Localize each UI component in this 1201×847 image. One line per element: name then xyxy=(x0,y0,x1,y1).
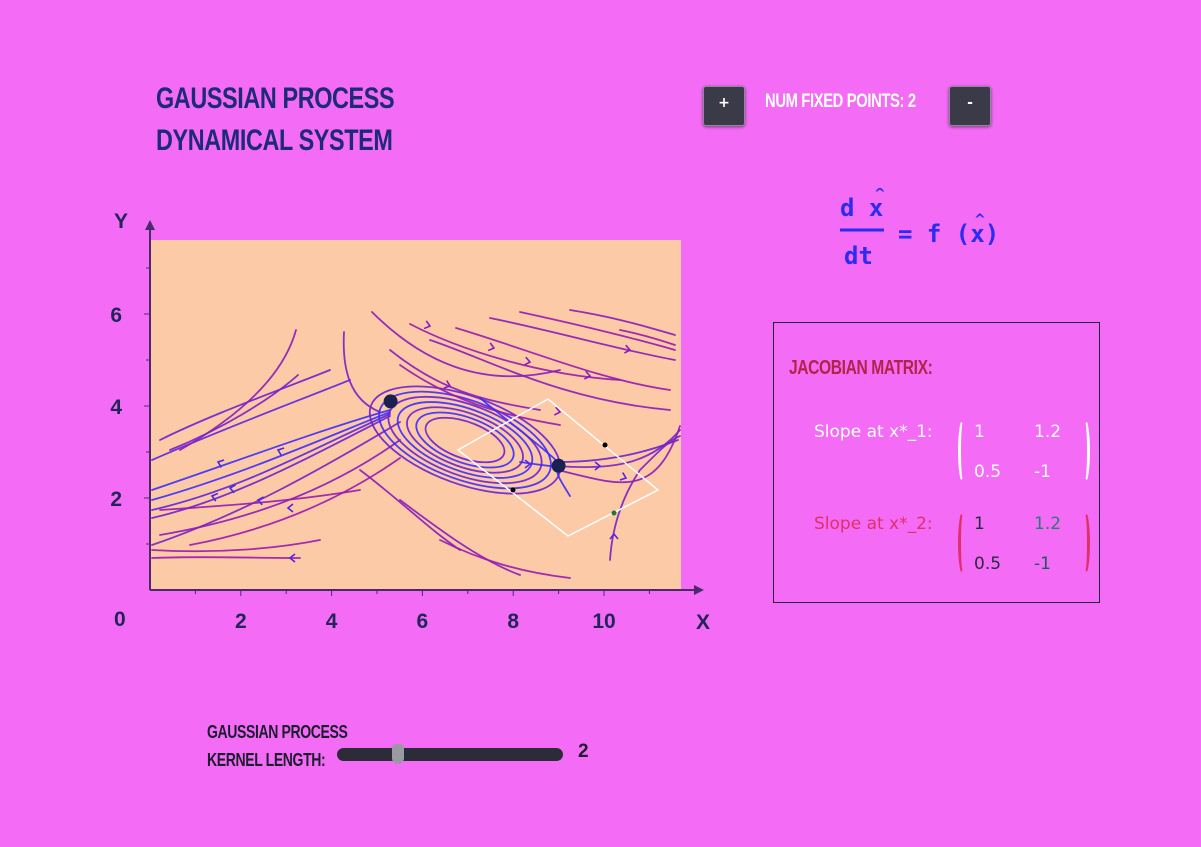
slope-label-1: Slope at x*_1: xyxy=(814,422,933,442)
title-line-1: GAUSSIAN PROCESS xyxy=(156,82,395,115)
equation-svg: d x ^ dt = f (x) ^ xyxy=(840,186,999,270)
matrix-2-right-paren xyxy=(1080,511,1090,575)
slope-label-2: Slope at x*_2: xyxy=(814,514,933,534)
matrix-1-cell: 0.5 xyxy=(974,462,1002,482)
x-tick-label: 10 xyxy=(592,610,615,633)
remove-fixed-point-button[interactable]: - xyxy=(949,86,991,126)
y-tick-label: 2 xyxy=(110,488,122,511)
fixed-point-marker[interactable] xyxy=(383,394,398,409)
kernel-label-line-1: GAUSSIAN PROCESS xyxy=(207,722,348,742)
jacobian-panel: JACOBIAN MATRIX: Slope at x*_1: 1 1.2 0.… xyxy=(773,322,1100,603)
plot-background xyxy=(150,240,681,590)
matrix-2-cell: -1 xyxy=(1034,554,1051,574)
matrix-2-cell: 1.2 xyxy=(1034,514,1062,534)
matrix-2-left-paren xyxy=(958,511,968,575)
origin-label: 0 xyxy=(114,608,126,631)
x-tick-label: 8 xyxy=(507,610,519,633)
y-tick-label: 4 xyxy=(110,396,122,419)
x-tick-label: 6 xyxy=(417,610,429,633)
sample-point xyxy=(611,510,617,516)
sample-point xyxy=(510,487,516,493)
x-tick-label: 4 xyxy=(326,610,338,633)
y-axis-label: Y xyxy=(114,210,128,233)
y-axis-arrow xyxy=(145,220,155,230)
x-axis-arrow xyxy=(694,585,704,595)
phase-portrait-plot[interactable]: 2 4 6 8 10 2 4 6 X Y 0 xyxy=(100,200,720,640)
phase-portrait-svg[interactable]: 2 4 6 8 10 2 4 6 X Y 0 xyxy=(100,200,720,640)
fixed-point-marker[interactable] xyxy=(551,458,566,473)
kernel-label-line-2: KERNEL LENGTH: xyxy=(207,750,326,770)
equation-denominator: dt xyxy=(844,242,873,270)
streamline xyxy=(151,556,301,559)
ode-equation: d x ^ dt = f (x) ^ xyxy=(832,186,1022,272)
matrix-2-cell: 0.5 xyxy=(974,554,1002,574)
kernel-length-slider[interactable] xyxy=(337,744,563,764)
matrix-1-cell: -1 xyxy=(1034,462,1051,482)
sample-point xyxy=(602,442,608,448)
page-title: GAUSSIAN PROCESS DYNAMICAL SYSTEM xyxy=(156,78,395,162)
x-axis-label: X xyxy=(696,611,710,634)
vector-hat-icon: ^ xyxy=(874,188,886,202)
matrix-2-cell: 1 xyxy=(974,514,985,534)
kernel-length-value: 2 xyxy=(578,741,589,762)
matrix-1-right-paren xyxy=(1080,419,1090,483)
matrix-1-cell: 1.2 xyxy=(1034,422,1062,442)
add-fixed-point-button[interactable]: + xyxy=(703,86,745,126)
num-fixed-points-label: NUM FIXED POINTS: 2 xyxy=(765,91,916,112)
title-line-2: DYNAMICAL SYSTEM xyxy=(156,124,393,157)
x-tick-label: 2 xyxy=(235,610,247,633)
kernel-length-slider-thumb[interactable] xyxy=(392,744,405,764)
vector-hat-icon: ^ xyxy=(974,212,986,228)
matrix-1-cell: 1 xyxy=(974,422,985,442)
matrix-1-left-paren xyxy=(958,419,968,483)
kernel-length-label: GAUSSIAN PROCESS KERNEL LENGTH: xyxy=(207,718,348,774)
jacobian-title: JACOBIAN MATRIX: xyxy=(789,357,933,379)
y-tick-label: 6 xyxy=(110,304,122,327)
